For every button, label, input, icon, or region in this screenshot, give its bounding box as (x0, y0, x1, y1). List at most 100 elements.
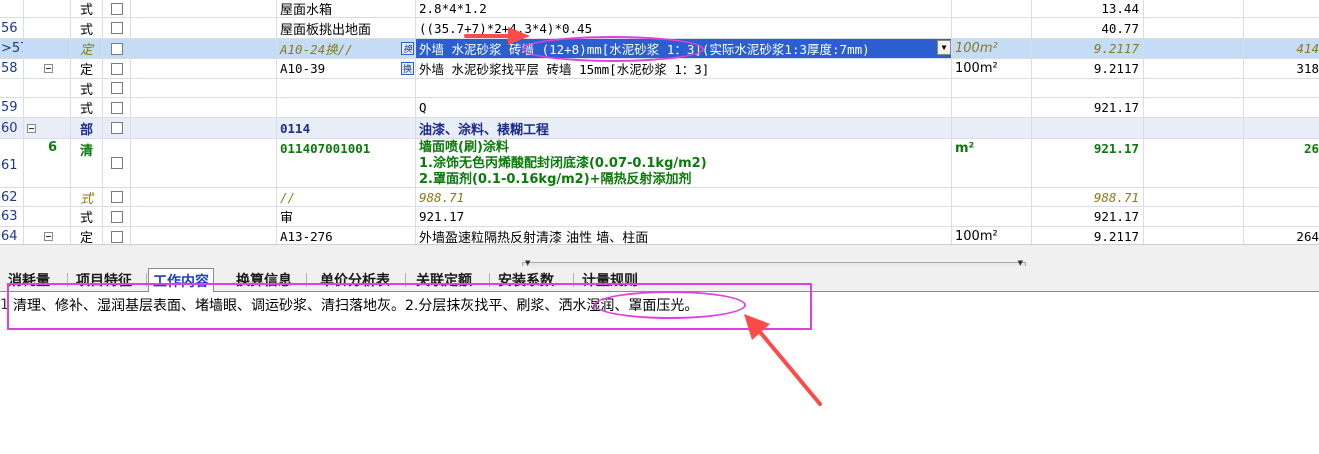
amount-cell (1244, 79, 1319, 97)
price-cell (1144, 79, 1244, 97)
row-checkbox[interactable] (110, 157, 123, 169)
row-checkbox-cell[interactable] (103, 18, 131, 38)
table-row[interactable]: 58 定 A10-39 换 外墙 水泥砂浆找平层 砖墙 15mm[水泥砂浆 1：… (0, 59, 1319, 79)
unit-cell (952, 118, 1032, 138)
amount-cell (1244, 118, 1319, 138)
row-number: 58 (0, 59, 24, 78)
quota-grid: 式 屋面水箱 2.8*4*1.2 13.44 56 式 屋面板挑出地面 ((35… (0, 0, 1319, 244)
collapse-icon[interactable] (44, 64, 53, 73)
desc-cell[interactable]: 墙面喷(刷)涂料 1.涂饰无色丙烯酸配封闭底漆(0.07-0.1kg/m2) 2… (416, 139, 952, 187)
empty-cell (131, 79, 277, 97)
row-checkbox[interactable] (110, 122, 123, 134)
row-checkbox[interactable] (110, 2, 123, 15)
row-checkbox-cell[interactable] (103, 79, 131, 97)
code-text: A10-24换// (280, 42, 353, 57)
desc-line: 墙面喷(刷)涂料 (419, 140, 509, 155)
row-number: 61 (0, 139, 24, 187)
row-checkbox[interactable] (110, 210, 123, 223)
table-row[interactable]: 63 式 审 921.17 921.17 (0, 207, 1319, 227)
qty-cell[interactable]: 921.17 (1032, 139, 1144, 187)
unit-cell: m² (952, 139, 1032, 187)
row-checkbox-cell[interactable] (103, 188, 131, 206)
row-checkbox[interactable] (110, 191, 123, 203)
code-cell[interactable]: 0114 (277, 118, 416, 138)
qty-cell[interactable]: 9.2117 (1032, 59, 1144, 78)
row-checkbox[interactable] (110, 82, 123, 94)
tree-cell (24, 118, 71, 138)
table-row[interactable]: 62 式 // 988.71 988.71 (0, 188, 1319, 207)
type-cell: 定 (71, 39, 103, 58)
row-checkbox[interactable] (110, 230, 123, 243)
tree-cell (24, 98, 71, 117)
collapse-icon[interactable] (27, 123, 36, 133)
row-checkbox-cell[interactable] (103, 139, 131, 187)
qty-cell[interactable]: 988.71 (1032, 188, 1144, 206)
row-checkbox-cell[interactable] (103, 39, 131, 58)
code-cell[interactable]: A10-24换// 换 (277, 39, 416, 58)
desc-cell[interactable]: 921.17 (416, 207, 952, 226)
row-checkbox-cell[interactable] (103, 0, 131, 17)
empty-cell (131, 59, 277, 78)
qty-cell[interactable]: 921.17 (1032, 207, 1144, 226)
qty-cell[interactable]: 9.2117 (1032, 39, 1144, 58)
price-cell (1144, 227, 1244, 244)
desc-cell[interactable]: 油漆、涂料、裱糊工程 (416, 118, 952, 138)
code-cell[interactable]: 屋面板挑出地面 (277, 18, 416, 38)
desc-cell[interactable]: Q (416, 98, 952, 117)
row-number: 64 (0, 227, 24, 244)
amount-cell: 414 (1296, 41, 1319, 56)
desc-cell[interactable]: 外墙盈速粒隔热反射清漆 油性 墙、柱面 (416, 227, 952, 244)
type-cell: 定 (71, 227, 103, 244)
desc-cell[interactable]: ((35.7+7)*2+4.3*4)*0.45 (416, 18, 952, 38)
table-row[interactable]: 64 定 A13-276 外墙盈速粒隔热反射清漆 油性 墙、柱面 100m² 9… (0, 227, 1319, 244)
qty-cell[interactable]: 9.2117 (1032, 227, 1144, 244)
table-row[interactable]: 59 式 Q 921.17 (0, 98, 1319, 118)
code-cell[interactable] (277, 79, 416, 97)
empty-cell (131, 18, 277, 38)
row-checkbox-cell[interactable] (103, 59, 131, 78)
price-cell (1144, 98, 1244, 117)
row-checkbox[interactable] (110, 62, 123, 75)
empty-cell (131, 118, 277, 138)
dropdown-icon[interactable]: ▼ (937, 40, 951, 55)
code-cell[interactable]: A13-276 (277, 227, 416, 244)
row-checkbox[interactable] (110, 42, 123, 55)
qty-cell[interactable]: 40.77 (1032, 18, 1144, 38)
row-checkbox-cell[interactable] (103, 227, 131, 244)
empty-cell (131, 207, 277, 226)
desc-cell[interactable]: 2.8*4*1.2 (416, 0, 952, 17)
row-checkbox[interactable] (110, 22, 123, 34)
collapse-icon[interactable] (44, 232, 53, 241)
desc-cell[interactable]: 988.71 (416, 188, 952, 206)
bill-item-row[interactable]: 61 6 清 011407001001 墙面喷(刷)涂料 1.涂饰无色丙烯酸配封… (0, 139, 1319, 188)
amount-cell (1244, 0, 1319, 17)
qty-cell[interactable]: 13.44 (1032, 0, 1144, 17)
code-cell[interactable] (277, 98, 416, 117)
code-cell[interactable]: 屋面水箱 (277, 0, 416, 17)
desc-cell[interactable] (416, 79, 952, 97)
row-checkbox-cell[interactable] (103, 98, 131, 117)
amount-cell: 318 (1296, 61, 1319, 76)
table-row[interactable]: 式 (0, 79, 1319, 98)
code-cell[interactable]: // (277, 188, 416, 206)
desc-line: 2.罩面剂(0.1-0.16kg/m2)+隔热反射添加剂 (419, 172, 692, 187)
panel-splitter[interactable]: ▼ ▼ (0, 244, 1319, 267)
table-row[interactable]: 56 式 屋面板挑出地面 ((35.7+7)*2+4.3*4)*0.45 40.… (0, 18, 1319, 39)
table-row[interactable]: 式 屋面水箱 2.8*4*1.2 13.44 (0, 0, 1319, 18)
conversion-icon[interactable]: 换 (401, 62, 414, 75)
qty-cell[interactable] (1032, 79, 1144, 97)
code-cell[interactable]: 审 (277, 207, 416, 226)
desc-cell[interactable]: 外墙 水泥砂浆找平层 砖墙 15mm[水泥砂浆 1：3] (416, 59, 952, 78)
row-checkbox-cell[interactable] (103, 118, 131, 138)
qty-cell[interactable]: 921.17 (1032, 98, 1144, 117)
type-cell: 清 (71, 139, 103, 187)
row-checkbox[interactable] (110, 101, 123, 114)
tree-cell: 6 (24, 139, 71, 187)
code-cell[interactable]: 011407001001 (277, 139, 416, 187)
section-row[interactable]: 60 部 0114 油漆、涂料、裱糊工程 (0, 118, 1319, 139)
conversion-icon[interactable]: 换 (401, 42, 414, 55)
qty-cell[interactable] (1032, 118, 1144, 138)
unit-cell (952, 207, 1032, 226)
code-cell[interactable]: A10-39 换 (277, 59, 416, 78)
row-checkbox-cell[interactable] (103, 207, 131, 226)
